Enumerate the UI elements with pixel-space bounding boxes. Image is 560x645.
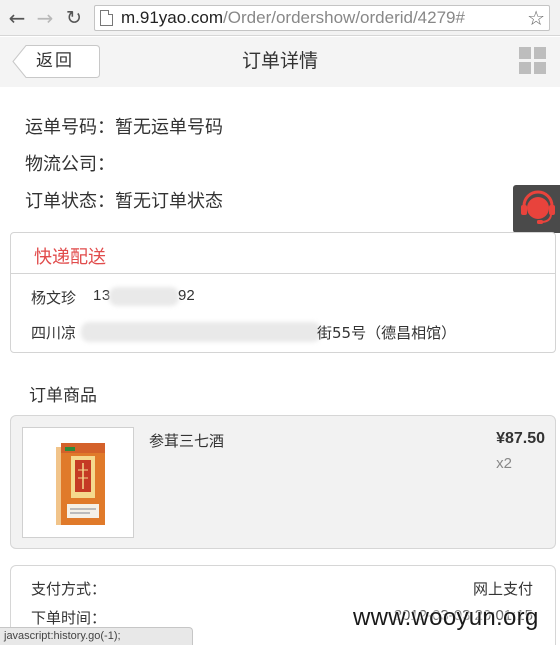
grid-menu-icon[interactable] (519, 47, 546, 74)
recipient-phone-end: 92 (178, 287, 195, 304)
order-status-row: 订单状态：暂无订单状态 (25, 187, 223, 213)
payment-method-value: 网上支付 (472, 580, 533, 598)
product-image[interactable] (22, 427, 134, 538)
star-icon[interactable]: ☆ (527, 6, 545, 30)
product-item[interactable]: 参茸三七酒 ¥87.50 x2 (10, 415, 556, 549)
delivery-card: 快递配送 杨文珍 13 92 四川凉 街55号（德昌相馆） (10, 232, 556, 353)
url-host: m.91yao.com (121, 8, 224, 27)
back-button-label: 返回 (36, 51, 74, 71)
watermark: www.wooyun.org (353, 604, 539, 631)
product-price: ¥87.50 (496, 430, 545, 447)
browser-toolbar: ← → ↻ m.91yao.com/Order/ordershow/orderi… (0, 0, 560, 36)
recipient-address-start: 四川凉 (31, 324, 77, 342)
phone-redaction (109, 287, 179, 306)
recipient-name: 杨文珍 (31, 289, 77, 307)
order-status-label: 订单状态： (25, 191, 115, 212)
divider (11, 273, 555, 274)
product-box-illustration (56, 443, 105, 525)
address-redaction (81, 322, 321, 342)
customer-service-button[interactable] (513, 185, 560, 233)
back-button[interactable]: 返回 (12, 45, 100, 78)
customer-service-headset-icon (521, 190, 555, 224)
tracking-number-row: 运单号码：暂无运单号码 (25, 113, 223, 139)
url-path: /Order/ordershow/orderid/4279# (223, 8, 465, 27)
arrow-left-icon[interactable]: ← (5, 6, 29, 30)
delivery-method-title: 快递配送 (34, 247, 106, 268)
order-time-label: 下单时间： (31, 609, 107, 627)
reload-icon[interactable]: ↻ (62, 6, 86, 30)
logistics-company-row: 物流公司： (25, 150, 115, 176)
browser-status-bar: javascript:history.go(-1); (0, 627, 193, 645)
order-items-heading: 订单商品 (29, 386, 97, 406)
payment-method-label: 支付方式： (31, 580, 107, 598)
url-text[interactable]: m.91yao.com/Order/ordershow/orderid/4279… (121, 8, 465, 28)
tracking-number-value: 暂无运单号码 (115, 117, 223, 138)
tracking-number-label: 运单号码： (25, 117, 115, 138)
app-header: 订单详情 返回 (0, 37, 560, 87)
address-bar[interactable]: m.91yao.com/Order/ordershow/orderid/4279… (94, 5, 550, 31)
arrow-right-icon[interactable]: → (33, 6, 57, 30)
order-status-value: 暂无订单状态 (115, 191, 223, 212)
product-name[interactable]: 参茸三七酒 (149, 430, 224, 451)
page-icon (100, 10, 113, 26)
logistics-company-label: 物流公司： (25, 154, 115, 175)
recipient-address-end: 街55号（德昌相馆） (317, 324, 457, 342)
product-quantity: x2 (496, 455, 512, 472)
